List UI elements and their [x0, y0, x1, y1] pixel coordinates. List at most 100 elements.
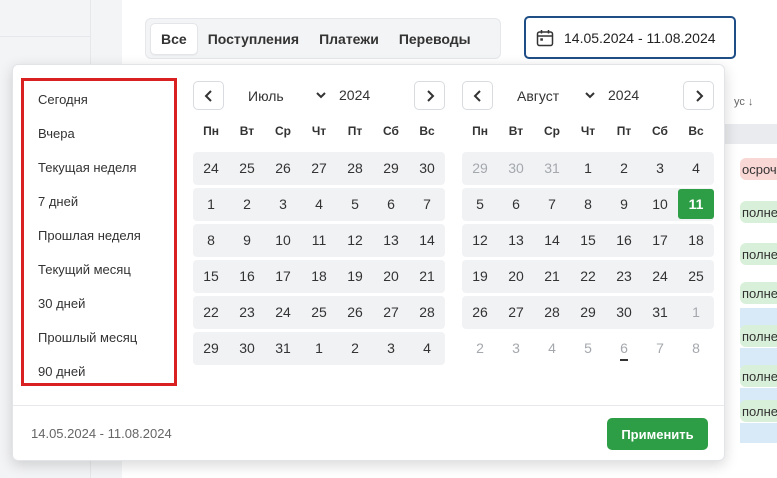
calendar-day[interactable]: 11	[678, 189, 714, 219]
next-month-button[interactable]	[683, 81, 714, 110]
year-select[interactable]: 2024	[608, 87, 639, 103]
calendar-day[interactable]: 9	[229, 225, 265, 255]
calendar-day[interactable]: 25	[301, 297, 337, 327]
calendar-day[interactable]: 28	[337, 153, 373, 183]
calendar-day[interactable]: 22	[193, 297, 229, 327]
preset-current-month[interactable]: Текущий месяц	[38, 262, 131, 278]
calendar-day[interactable]: 30	[498, 153, 534, 183]
calendar-day[interactable]: 24	[193, 153, 229, 183]
preset-yesterday[interactable]: Вчера	[38, 126, 75, 142]
month-select[interactable]: Июль	[248, 88, 284, 104]
calendar-day[interactable]: 19	[337, 261, 373, 291]
calendar-day[interactable]: 18	[678, 225, 714, 255]
calendar-day[interactable]: 17	[642, 225, 678, 255]
calendar-day[interactable]: 11	[301, 225, 337, 255]
calendar-day[interactable]: 1	[570, 153, 606, 183]
preset-today[interactable]: Сегодня	[38, 92, 88, 108]
calendar-day[interactable]: 23	[606, 261, 642, 291]
calendar-day[interactable]: 21	[409, 261, 445, 291]
calendar-day[interactable]: 5	[462, 189, 498, 219]
calendar-day[interactable]: 21	[534, 261, 570, 291]
month-select[interactable]: Август	[517, 88, 559, 104]
calendar-day[interactable]: 10	[642, 189, 678, 219]
preset-90-days[interactable]: 90 дней	[38, 364, 85, 380]
calendar-day[interactable]: 18	[301, 261, 337, 291]
preset-30-days[interactable]: 30 дней	[38, 296, 85, 312]
calendar-day[interactable]: 19	[462, 261, 498, 291]
prev-month-button[interactable]	[193, 81, 224, 110]
prev-month-button[interactable]	[462, 81, 493, 110]
calendar-day[interactable]: 16	[606, 225, 642, 255]
calendar-day[interactable]: 22	[570, 261, 606, 291]
calendar-day[interactable]: 14	[534, 225, 570, 255]
calendar-day[interactable]: 3	[642, 153, 678, 183]
calendar-day[interactable]: 23	[229, 297, 265, 327]
calendar-day[interactable]: 5	[570, 333, 606, 363]
calendar-day[interactable]: 30	[606, 297, 642, 327]
calendar-day[interactable]: 30	[229, 333, 265, 363]
calendar-day[interactable]: 28	[409, 297, 445, 327]
preset-current-week[interactable]: Текущая неделя	[38, 160, 136, 176]
calendar-day[interactable]: 15	[570, 225, 606, 255]
apply-button[interactable]: Применить	[607, 418, 708, 450]
calendar-day[interactable]: 8	[678, 333, 714, 363]
calendar-day[interactable]: 3	[265, 189, 301, 219]
calendar-day[interactable]: 15	[193, 261, 229, 291]
calendar-day[interactable]: 29	[570, 297, 606, 327]
year-select[interactable]: 2024	[339, 87, 370, 103]
calendar-day[interactable]: 13	[373, 225, 409, 255]
calendar-day[interactable]: 4	[301, 189, 337, 219]
calendar-day[interactable]: 6	[373, 189, 409, 219]
preset-last-month[interactable]: Прошлый месяц	[38, 330, 137, 346]
calendar-day[interactable]: 25	[678, 261, 714, 291]
calendar-day[interactable]: 16	[229, 261, 265, 291]
calendar-day[interactable]: 14	[409, 225, 445, 255]
calendar-day[interactable]: 20	[498, 261, 534, 291]
calendar-day[interactable]: 28	[534, 297, 570, 327]
calendar-day[interactable]: 13	[498, 225, 534, 255]
calendar-day[interactable]: 7	[534, 189, 570, 219]
calendar-day[interactable]: 2	[462, 333, 498, 363]
calendar-day[interactable]: 2	[229, 189, 265, 219]
calendar-day[interactable]: 17	[265, 261, 301, 291]
calendar-day[interactable]: 27	[373, 297, 409, 327]
tab-incoming[interactable]: Поступления	[198, 23, 309, 55]
calendar-day[interactable]: 24	[265, 297, 301, 327]
calendar-day[interactable]: 31	[642, 297, 678, 327]
calendar-day[interactable]: 1	[301, 333, 337, 363]
calendar-day[interactable]: 7	[409, 189, 445, 219]
next-month-button[interactable]	[414, 81, 445, 110]
calendar-day[interactable]: 3	[498, 333, 534, 363]
calendar-day[interactable]: 2	[337, 333, 373, 363]
tab-transfers[interactable]: Переводы	[389, 23, 481, 55]
calendar-day[interactable]: 8	[570, 189, 606, 219]
calendar-day[interactable]: 31	[265, 333, 301, 363]
tab-all[interactable]: Все	[150, 22, 198, 55]
calendar-day[interactable]: 26	[337, 297, 373, 327]
calendar-day[interactable]: 4	[409, 333, 445, 363]
preset-7-days[interactable]: 7 дней	[38, 194, 78, 210]
date-range-input[interactable]: 14.05.2024 - 11.08.2024	[524, 16, 736, 59]
calendar-day[interactable]: 10	[265, 225, 301, 255]
calendar-day[interactable]: 4	[678, 153, 714, 183]
calendar-day[interactable]: 9	[606, 189, 642, 219]
calendar-day[interactable]: 6	[498, 189, 534, 219]
preset-last-week[interactable]: Прошлая неделя	[38, 228, 141, 244]
calendar-day[interactable]: 8	[193, 225, 229, 255]
calendar-day[interactable]: 31	[534, 153, 570, 183]
calendar-day[interactable]: 26	[462, 297, 498, 327]
calendar-day[interactable]: 4	[534, 333, 570, 363]
calendar-day[interactable]: 25	[229, 153, 265, 183]
calendar-day[interactable]: 12	[337, 225, 373, 255]
calendar-day[interactable]: 27	[498, 297, 534, 327]
tab-payments[interactable]: Платежи	[309, 23, 389, 55]
calendar-day[interactable]: 3	[373, 333, 409, 363]
calendar-day[interactable]: 12	[462, 225, 498, 255]
calendar-day[interactable]: 7	[642, 333, 678, 363]
calendar-day[interactable]: 27	[301, 153, 337, 183]
calendar-day[interactable]: 5	[337, 189, 373, 219]
calendar-day[interactable]: 24	[642, 261, 678, 291]
calendar-day[interactable]: 2	[606, 153, 642, 183]
calendar-day[interactable]: 29	[193, 333, 229, 363]
calendar-day[interactable]: 6	[606, 333, 642, 363]
